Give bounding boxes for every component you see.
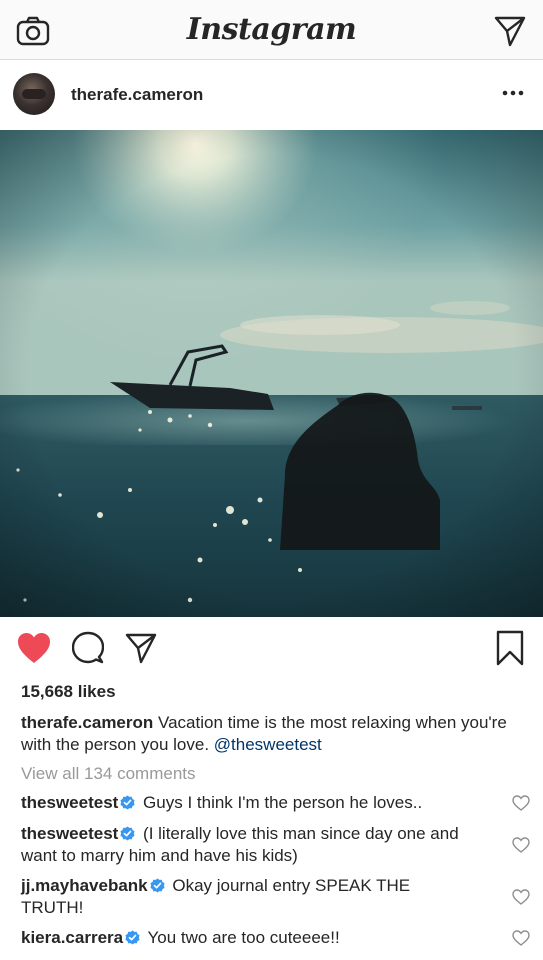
comment-username[interactable]: kiera.carrera [21, 928, 123, 947]
verified-badge-icon [120, 795, 135, 810]
comment-username[interactable]: thesweetest [21, 824, 118, 843]
post-photo-illustration [0, 130, 543, 617]
post-image[interactable] [0, 130, 543, 617]
more-options-icon[interactable] [501, 83, 525, 103]
verified-badge-icon [125, 930, 140, 945]
comment-like-icon[interactable] [512, 795, 530, 811]
post-header: therafe.cameron [0, 61, 543, 129]
comment-icon[interactable] [72, 631, 104, 665]
comment-item: thesweetest (I literally love this man s… [21, 823, 543, 867]
comment-text: Guys I think I'm the person he loves.. [138, 793, 423, 812]
comment-item: kiera.carrera You two are too cuteeee!! [21, 927, 543, 949]
direct-message-icon[interactable] [493, 14, 527, 48]
comment-username[interactable]: jj.mayhavebank [21, 876, 148, 895]
verified-badge-icon [150, 878, 165, 893]
caption-username[interactable]: therafe.cameron [21, 713, 153, 732]
verified-badge-icon [120, 826, 135, 841]
comment-like-icon[interactable] [512, 837, 530, 853]
view-all-comments-link[interactable]: View all 134 comments [21, 764, 196, 784]
heart-icon[interactable] [16, 631, 52, 665]
comment-like-icon[interactable] [512, 889, 530, 905]
likes-count[interactable]: 15,668 likes [21, 682, 116, 702]
comment-item: jj.mayhavebank Okay journal entry SPEAK … [21, 875, 543, 919]
top-nav-bar: Instagram [0, 0, 543, 60]
share-icon[interactable] [124, 631, 158, 665]
comment-username[interactable]: thesweetest [21, 793, 118, 812]
bookmark-icon[interactable] [495, 630, 525, 666]
post-caption: therafe.cameron Vacation time is the mos… [21, 712, 526, 756]
caption-mention[interactable]: @thesweetest [214, 735, 322, 754]
comment-item: thesweetest Guys I think I'm the person … [21, 792, 543, 814]
comment-like-icon[interactable] [512, 930, 530, 946]
instagram-logo: Instagram [186, 12, 357, 47]
comment-text: You two are too cuteeee!! [143, 928, 340, 947]
post-username[interactable]: therafe.cameron [71, 85, 203, 105]
avatar[interactable] [13, 73, 55, 115]
post-action-bar [0, 617, 543, 681]
